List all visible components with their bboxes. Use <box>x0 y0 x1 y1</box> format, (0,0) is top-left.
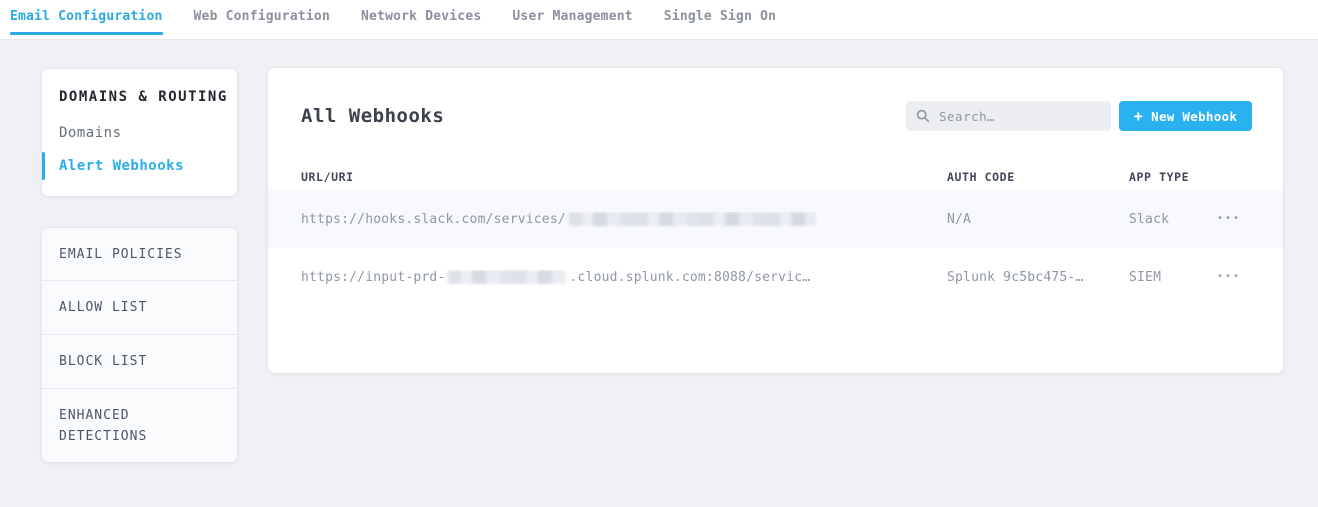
tab-user-management[interactable]: User Management <box>512 0 632 39</box>
top-tab-bar: Email Configuration Web Configuration Ne… <box>0 0 1318 40</box>
search-icon <box>916 109 930 123</box>
table-row: https://input-prd- .cloud.splunk.com:808… <box>268 248 1283 306</box>
row-actions-cell: ••• <box>1215 210 1283 228</box>
new-webhook-button[interactable]: + New Webhook <box>1119 101 1252 131</box>
redacted-url-segment <box>569 212 816 226</box>
tab-web-configuration[interactable]: Web Configuration <box>194 0 330 39</box>
plus-icon: + <box>1134 109 1143 124</box>
url-text: https://hooks.slack.com/services/ <box>301 212 566 227</box>
row-actions-ellipsis-icon[interactable]: ••• <box>1215 268 1243 286</box>
tab-single-sign-on[interactable]: Single Sign On <box>664 0 776 39</box>
webhook-url-cell: https://hooks.slack.com/services/ <box>301 212 947 227</box>
new-webhook-button-label: New Webhook <box>1151 109 1237 124</box>
auth-code-cell: N/A <box>947 212 1129 227</box>
webhooks-table: URL/URI AUTH CODE APP TYPE https://hooks… <box>268 164 1283 306</box>
url-text: .cloud.splunk.com:8088/servic… <box>569 270 810 285</box>
domains-routing-card: DOMAINS & ROUTING Domains Alert Webhooks <box>42 69 237 196</box>
active-item-indicator <box>42 152 45 180</box>
sidebar-item-allow-list[interactable]: ALLOW LIST <box>42 281 237 335</box>
url-text: https://input-prd- <box>301 270 445 285</box>
column-header-auth-code: AUTH CODE <box>947 170 1129 184</box>
sidebar-item-block-list[interactable]: BLOCK LIST <box>42 335 237 389</box>
sidebar-item-enhanced-detections[interactable]: ENHANCED DETECTIONS <box>42 389 237 462</box>
sidebar-group-heading: DOMAINS & ROUTING <box>59 89 228 105</box>
row-actions-cell: ••• <box>1215 268 1283 286</box>
column-header-app-type: APP TYPE <box>1129 170 1215 184</box>
sidebar-item-label: BLOCK LIST <box>59 351 147 372</box>
app-type-cell: Slack <box>1129 212 1215 227</box>
search-box <box>906 101 1111 131</box>
webhooks-panel: All Webhooks + New Webhook URL/URI AUTH … <box>268 68 1283 373</box>
sidebar-item-alert-webhooks[interactable]: Alert Webhooks <box>42 158 237 174</box>
primary-tabs: Email Configuration Web Configuration Ne… <box>0 0 1318 39</box>
sidebar-item-label: ENHANCED DETECTIONS <box>59 405 199 447</box>
sidebar-item-domains[interactable]: Domains <box>42 125 237 141</box>
email-sections-card: EMAIL POLICIES ALLOW LIST BLOCK LIST ENH… <box>42 228 237 462</box>
tab-network-devices[interactable]: Network Devices <box>361 0 481 39</box>
table-row: https://hooks.slack.com/services/ N/A Sl… <box>268 190 1283 248</box>
sidebar-item-label: EMAIL POLICIES <box>59 244 183 265</box>
row-actions-ellipsis-icon[interactable]: ••• <box>1215 210 1243 228</box>
sidebar-item-label: ALLOW LIST <box>59 297 147 318</box>
tab-email-configuration[interactable]: Email Configuration <box>10 0 163 39</box>
auth-code-cell: Splunk 9c5bc475-… <box>947 270 1129 285</box>
page-title: All Webhooks <box>301 105 444 127</box>
webhook-url-cell: https://input-prd- .cloud.splunk.com:808… <box>301 270 947 285</box>
panel-header: All Webhooks + New Webhook <box>268 68 1283 164</box>
search-input[interactable] <box>930 101 1111 131</box>
table-header-row: URL/URI AUTH CODE APP TYPE <box>268 164 1283 190</box>
sidebar-item-email-policies[interactable]: EMAIL POLICIES <box>42 228 237 281</box>
redacted-url-segment <box>448 270 566 284</box>
app-screen: Email Configuration Web Configuration Ne… <box>0 0 1318 507</box>
column-header-url: URL/URI <box>301 170 947 184</box>
app-type-cell: SIEM <box>1129 270 1215 285</box>
sidebar-item-label: Alert Webhooks <box>59 158 184 174</box>
